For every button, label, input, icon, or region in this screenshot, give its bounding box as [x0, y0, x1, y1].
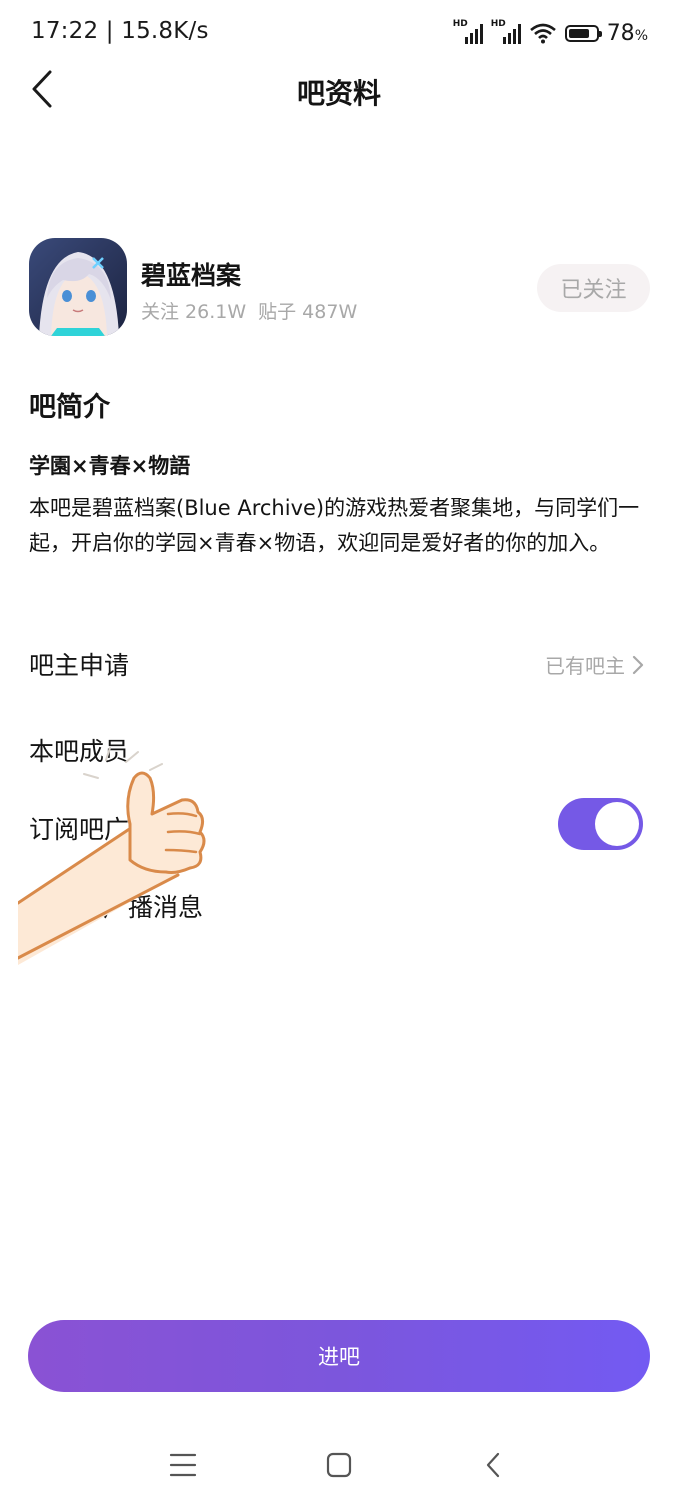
status-time-speed: 17:22 | 15.8K/s: [31, 18, 209, 44]
admin-apply-row[interactable]: 吧主申请: [29, 646, 129, 682]
chevron-right-icon: [632, 655, 644, 674]
signal-icon: HD: [490, 19, 521, 44]
forum-stats: 关注 26.1W 贴子 487W: [141, 297, 369, 324]
signal-hd-label: HD: [490, 19, 506, 29]
follow-button[interactable]: 已关注: [537, 264, 650, 312]
post-count: 贴子 487W: [258, 301, 358, 323]
wifi-icon: [529, 23, 556, 44]
follower-count: 关注 26.1W: [141, 301, 247, 323]
forum-avatar[interactable]: [29, 238, 127, 336]
enter-forum-button[interactable]: 进吧: [28, 1320, 650, 1392]
forum-name: 碧蓝档案: [141, 261, 242, 290]
intro-body: 本吧是碧蓝档案(Blue Archive)的游戏热爱者聚集地，与同学们一起，开启…: [29, 496, 640, 555]
subscribe-toggle[interactable]: [558, 798, 643, 850]
back-triangle-icon: [486, 1452, 500, 1478]
nav-home-button[interactable]: [309, 1435, 369, 1495]
nav-menu-button[interactable]: [153, 1435, 213, 1495]
page-title: 吧资料: [296, 77, 381, 110]
signal-icon: HD: [452, 19, 483, 44]
forum-avatar-image: [29, 238, 127, 336]
battery-icon: [564, 24, 602, 42]
menu-icon: [169, 1453, 197, 1477]
thumbs-up-sticker: [18, 747, 206, 965]
signal-hd-label: HD: [452, 19, 468, 29]
system-nav-bar: [0, 1435, 678, 1495]
toggle-knob: [595, 802, 639, 846]
nav-back-button[interactable]: [463, 1435, 523, 1495]
status-bar: 17:22 | 15.8K/s HD HD 78%: [0, 0, 678, 64]
admin-apply-status-link[interactable]: 已有吧主: [545, 650, 645, 679]
intro-subtitle: 学園×青春×物語: [29, 454, 191, 478]
battery-percent-unit: %: [634, 27, 648, 44]
battery-fill: [568, 28, 589, 38]
battery-percent: 78%: [607, 21, 648, 46]
intro-section-title: 吧简介: [29, 392, 110, 423]
admin-apply-status: 已有吧主: [545, 654, 625, 678]
battery-percent-value: 78: [606, 20, 635, 46]
status-icons: HD HD 78%: [453, 16, 648, 50]
square-home-icon: [326, 1452, 352, 1478]
